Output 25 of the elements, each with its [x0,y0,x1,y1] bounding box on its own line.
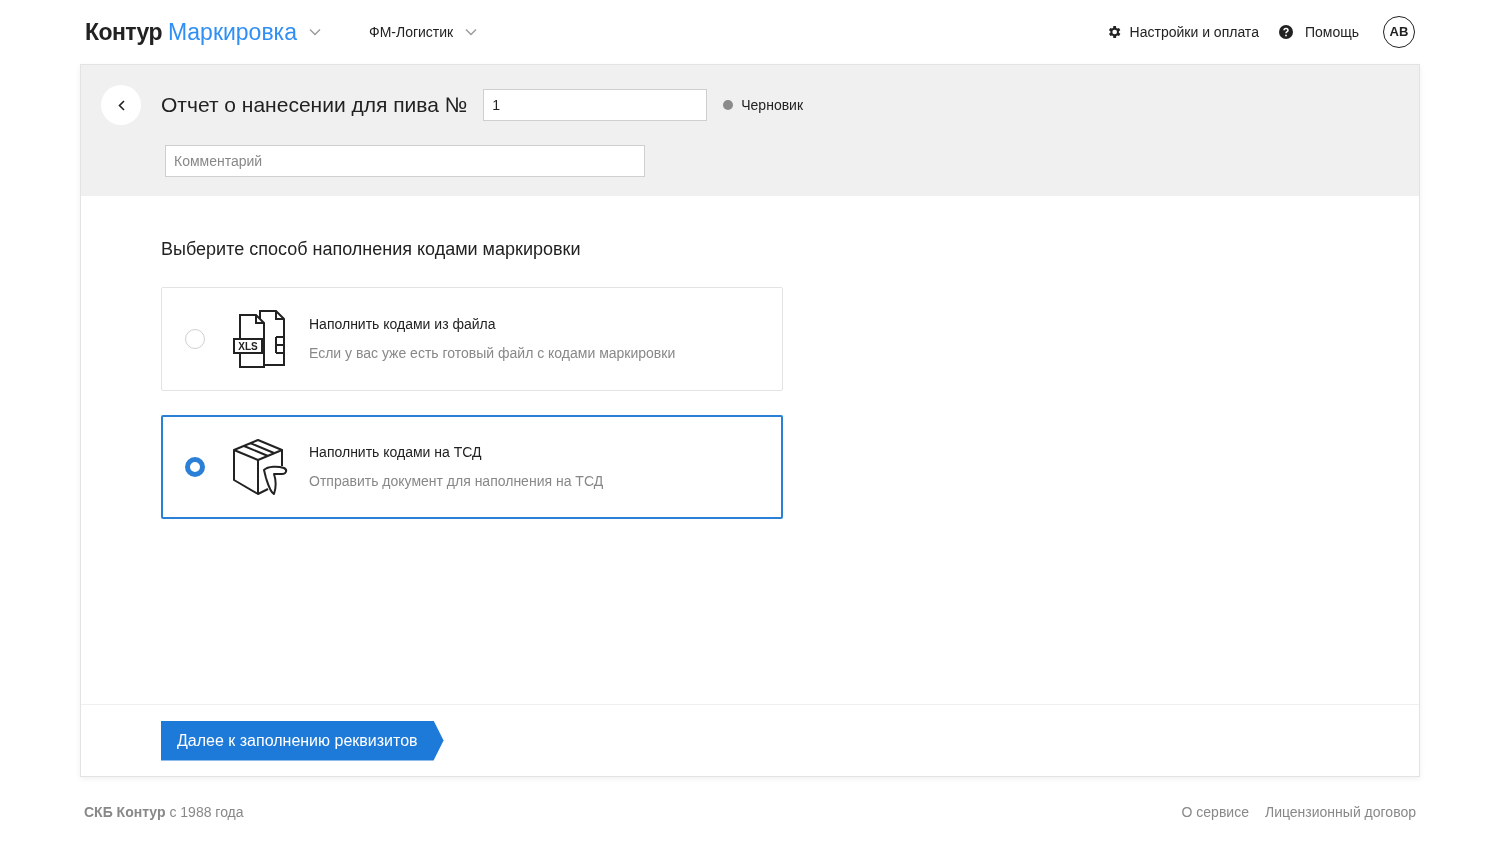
comment-field[interactable]: Комментарий [165,145,645,177]
option-title: Наполнить кодами из файла [309,315,497,334]
copyright-text: СКБ Контур с 1988 года [84,803,244,822]
footer-link[interactable]: Лицензионный договор [1264,802,1416,823]
status-label: Черновик [741,95,804,115]
organization-dropdown[interactable]: ФМ-Логистик [369,21,478,43]
logo[interactable]: Контур Маркировка [85,14,297,50]
option-description: Если у вас уже есть готовый файл с кодами маркировки [309,344,676,363]
chevron-down-icon [309,28,321,36]
radio-button[interactable] [185,457,205,477]
back-button[interactable] [101,85,141,125]
option-title: Наполнить кодами на ТСД [309,443,483,462]
chevron-down-icon [465,28,478,36]
document-number-field[interactable]: 1 [483,89,708,121]
help-link[interactable]: Помощь [1278,21,1359,43]
next-button[interactable]: Далее к заполнению реквизитов [161,720,444,761]
chevron-left-icon [117,99,125,111]
settings-link[interactable]: Настройки и оплата [1105,21,1259,43]
section-title: Выберите способ наполнения кодами маркировки [161,238,582,261]
option-description: Отправить документ для наполнения на ТСД [309,472,604,491]
document-title: Отчет о нанесении для пива № [161,92,468,119]
help-icon [1278,25,1293,39]
footer-link[interactable]: О сервисе [1181,802,1249,823]
fill-method-option[interactable]: XLS Наполнить кодами из файла Если у вас уже есть готовый файл с кодами маркировки [161,287,783,391]
fill-method-option[interactable]: Наполнить кодами на ТСД Отправить документ для наполнения на ТСД [161,415,783,519]
